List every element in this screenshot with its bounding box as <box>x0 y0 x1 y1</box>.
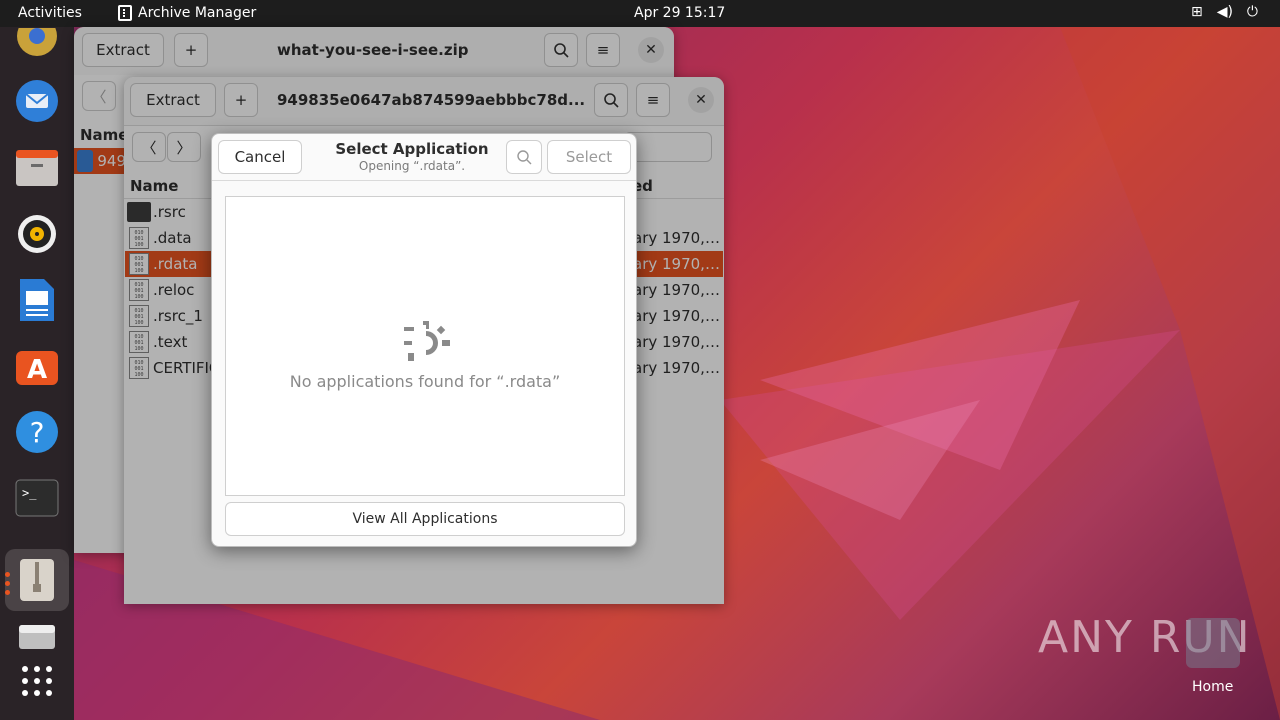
empty-message: No applications found for “.rdata” <box>289 372 561 391</box>
select-application-dialog: Cancel Select Application Opening “.rdat… <box>211 133 637 547</box>
svg-text:?: ? <box>30 416 45 449</box>
empty-state-icon <box>404 321 450 363</box>
dialog-search-button[interactable] <box>506 140 542 174</box>
app-center-icon[interactable]: A <box>13 342 61 390</box>
app-menu[interactable]: Archive Manager <box>118 5 256 21</box>
help-icon[interactable]: ? <box>13 408 61 456</box>
dialog-subtitle: Opening “.rdata”. <box>358 159 466 173</box>
clock[interactable]: Apr 29 15:17 <box>634 5 725 21</box>
top-bar: Activities Archive Manager Apr 29 15:17 … <box>0 0 1280 27</box>
app-grid-icon[interactable] <box>13 657 61 705</box>
network-icon: ⊞ <box>1190 4 1203 20</box>
thunderbird-icon[interactable] <box>13 77 61 125</box>
rhythmbox-icon[interactable] <box>13 210 61 258</box>
running-indicator <box>5 572 10 577</box>
chrome-icon[interactable] <box>13 19 61 67</box>
running-indicator <box>5 590 10 595</box>
dialog-header: Cancel Select Application Opening “.rdat… <box>212 134 636 181</box>
app-name: Archive Manager <box>138 5 257 21</box>
svg-text:>_: >_ <box>22 486 37 500</box>
dock: A ? >_ <box>0 27 74 720</box>
running-indicator <box>5 581 10 586</box>
select-button[interactable]: Select <box>547 140 631 174</box>
application-list: No applications found for “.rdata” <box>225 196 625 496</box>
power-icon: ⏻ <box>1246 4 1258 20</box>
home-folder-icon[interactable] <box>1186 618 1240 668</box>
view-all-applications-button[interactable]: View All Applications <box>225 502 625 536</box>
system-tray[interactable]: ⊞ ◀) ⏻ <box>1191 4 1258 20</box>
writer-icon[interactable] <box>13 276 61 324</box>
svg-text:A: A <box>27 355 47 385</box>
terminal-icon[interactable]: >_ <box>13 474 61 522</box>
home-label: Home <box>1192 679 1234 695</box>
volume-icon: ◀) <box>1216 4 1233 20</box>
archive-manager-icon[interactable] <box>5 549 69 611</box>
cancel-button[interactable]: Cancel <box>218 140 302 174</box>
drive-icon[interactable] <box>13 612 61 660</box>
search-icon <box>517 150 532 165</box>
archive-app-icon <box>118 5 132 21</box>
dialog-title: Select Application <box>335 140 489 158</box>
files-icon[interactable] <box>13 144 61 192</box>
